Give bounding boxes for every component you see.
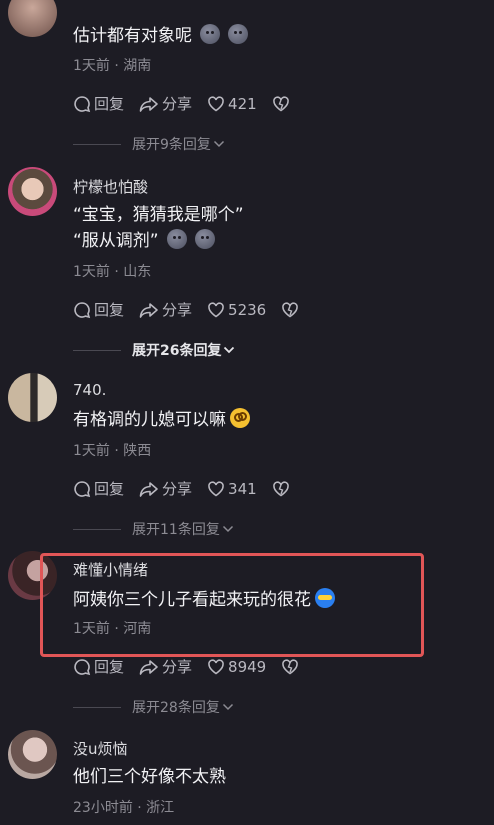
comment-meta: 1天前 · 山东 xyxy=(73,264,152,280)
action-bar: 回复 分享 421 xyxy=(73,93,308,114)
avatar[interactable] xyxy=(8,373,57,422)
action-bar: 回复 分享 341 xyxy=(73,478,308,499)
highlight-box xyxy=(40,553,424,657)
user-name[interactable]: 没u烦恼 xyxy=(73,738,128,759)
like-button[interactable]: 5236 xyxy=(207,301,266,319)
share-button[interactable]: 分享 xyxy=(139,656,192,677)
share-label: 分享 xyxy=(162,95,193,113)
reply-label: 回复 xyxy=(94,480,125,498)
user-name[interactable]: 柠檬也怕酸 xyxy=(73,176,148,197)
expand-label: 展开28条回复 xyxy=(132,700,220,716)
emoji-icon xyxy=(200,24,220,44)
avatar[interactable] xyxy=(8,167,57,216)
comment-icon xyxy=(74,95,91,112)
chevron-down-icon xyxy=(213,140,224,148)
share-icon xyxy=(139,481,158,497)
expand-replies[interactable]: 展开11条回复 xyxy=(73,519,234,539)
heart-icon xyxy=(208,301,224,317)
comment-meta: 1天前 · 陕西 xyxy=(73,443,152,459)
share-icon xyxy=(139,96,158,112)
expand-label: 展开26条回复 xyxy=(132,343,222,359)
share-button[interactable]: 分享 xyxy=(139,478,192,499)
dislike-heart-icon xyxy=(282,658,299,674)
reply-button[interactable]: 回复 xyxy=(73,299,124,320)
user-name[interactable]: 740. xyxy=(73,381,106,399)
emoji-icon xyxy=(228,24,248,44)
share-button[interactable]: 分享 xyxy=(139,93,192,114)
heart-icon xyxy=(208,95,224,111)
share-button[interactable]: 分享 xyxy=(139,299,192,320)
like-count: 5236 xyxy=(228,300,267,319)
comment-text: “宝宝，猜猜我是哪个” xyxy=(73,205,244,225)
divider-line xyxy=(73,349,121,351)
like-button[interactable]: 341 xyxy=(207,480,257,498)
share-label: 分享 xyxy=(162,480,193,498)
expand-label: 展开11条回复 xyxy=(132,522,220,538)
dislike-button[interactable] xyxy=(272,95,293,113)
expand-replies[interactable]: 展开9条回复 xyxy=(73,134,225,154)
heart-icon xyxy=(208,480,224,496)
comment-meta: 23小时前 · 浙江 xyxy=(73,800,175,816)
share-icon xyxy=(139,302,158,318)
dislike-button[interactable] xyxy=(272,480,293,498)
expand-replies[interactable]: 展开26条回复 xyxy=(73,340,235,360)
reply-button[interactable]: 回复 xyxy=(73,93,124,114)
reply-label: 回复 xyxy=(94,301,125,319)
avatar[interactable] xyxy=(8,730,57,779)
chevron-down-icon xyxy=(222,525,233,533)
divider-line xyxy=(73,706,121,708)
action-bar: 回复 分享 8949 xyxy=(73,656,317,677)
comment-text: 有格调的儿媳可以嘛 xyxy=(73,410,226,430)
heart-icon xyxy=(208,658,224,674)
avatar[interactable] xyxy=(8,0,57,37)
like-count: 421 xyxy=(228,94,257,113)
action-bar: 回复 分享 5236 xyxy=(73,299,317,320)
dislike-heart-icon xyxy=(282,301,299,317)
reply-button[interactable]: 回复 xyxy=(73,656,124,677)
expand-label: 展开9条回复 xyxy=(132,137,211,153)
reply-label: 回复 xyxy=(94,658,125,676)
share-label: 分享 xyxy=(162,658,193,676)
chevron-down-icon xyxy=(224,346,235,354)
dislike-button[interactable] xyxy=(281,301,302,319)
expand-replies[interactable]: 展开28条回复 xyxy=(73,697,234,717)
emoji-icon xyxy=(194,229,215,249)
comment-text: 他们三个好像不太熟 xyxy=(73,767,226,787)
chevron-down-icon xyxy=(222,703,233,711)
divider-line xyxy=(73,528,121,530)
like-button[interactable]: 421 xyxy=(207,95,257,113)
comment-icon xyxy=(74,658,91,675)
like-button[interactable]: 8949 xyxy=(207,658,266,676)
like-count: 341 xyxy=(228,479,257,498)
comment-text: “服从调剂” xyxy=(73,231,159,251)
share-icon xyxy=(139,659,158,675)
reply-label: 回复 xyxy=(94,95,125,113)
dislike-button[interactable] xyxy=(281,658,302,676)
reply-button[interactable]: 回复 xyxy=(73,478,124,499)
emoji-icon xyxy=(166,229,187,249)
divider-line xyxy=(73,143,121,145)
dislike-heart-icon xyxy=(272,95,289,111)
dislike-heart-icon xyxy=(272,480,289,496)
share-label: 分享 xyxy=(162,301,193,319)
like-count: 8949 xyxy=(228,657,267,676)
comment-meta: 1天前 · 湖南 xyxy=(73,58,152,74)
comment-icon xyxy=(74,480,91,497)
comment-icon xyxy=(74,301,91,318)
emoji-icon xyxy=(230,408,250,428)
comment-text: 估计都有对象呢 xyxy=(73,26,192,46)
